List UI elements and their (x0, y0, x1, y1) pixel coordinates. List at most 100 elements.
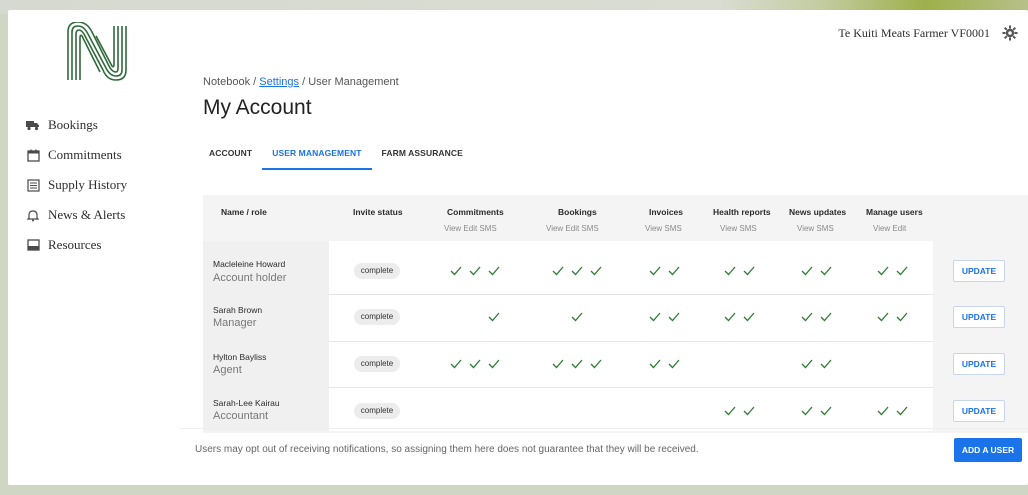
update-button[interactable]: UPDATE (953, 260, 1005, 282)
header-manage-users: Manage users (866, 207, 923, 217)
check-icon (488, 266, 500, 276)
check-icon (571, 266, 583, 276)
user-permissions-table: Name / role Invite status Commitments Bo… (203, 195, 1028, 433)
check-icon (450, 266, 462, 276)
check-icon (649, 312, 661, 322)
header-invoices: Invoices (649, 207, 684, 217)
check-icon (801, 266, 813, 276)
header-invite-status: Invite status (353, 207, 403, 217)
check-icon (801, 359, 813, 369)
header-name-role: Name / role (221, 207, 267, 217)
check-icon (552, 266, 564, 276)
tab-user-management[interactable]: USER MANAGEMENT (262, 140, 372, 170)
tab-farm-assurance[interactable]: FARM ASSURANCE (372, 140, 473, 170)
list-icon (26, 178, 40, 192)
subheader-commitments: View Edit SMS (444, 224, 497, 233)
check-icon (590, 359, 602, 369)
user-role: Manager (213, 317, 257, 329)
update-button[interactable]: UPDATE (953, 400, 1005, 422)
sidebar-item-resources[interactable]: Resources (26, 230, 127, 260)
check-icon (743, 312, 755, 322)
check-icon (896, 406, 908, 416)
sidebar-item-label: Supply History (48, 177, 128, 192)
breadcrumb: Notebook / Settings / User Management (203, 76, 399, 88)
check-icon (724, 266, 736, 276)
user-name: Macleleine Howard (213, 259, 286, 269)
check-icon (649, 359, 661, 369)
check-icon (801, 406, 813, 416)
status-badge: complete (354, 403, 400, 419)
sidebar-item-label: Commitments (48, 147, 122, 162)
header-commitments: Commitments (447, 207, 504, 217)
breadcrumb-separator: / (253, 76, 257, 88)
check-icon (668, 312, 680, 322)
page-title: My Account (203, 96, 312, 119)
header-health-reports: Health reports (713, 207, 771, 217)
sidebar-item-bookings[interactable]: Bookings (26, 110, 127, 140)
check-icon (649, 266, 661, 276)
user-name: Sarah-Lee Kairau (213, 398, 280, 408)
check-icon (488, 359, 500, 369)
sidebar-item-label: News & Alerts (48, 207, 126, 222)
subheader-bookings: View Edit SMS (546, 224, 599, 233)
footer-divider (180, 428, 1028, 429)
status-badge: complete (354, 309, 400, 325)
check-icon (590, 266, 602, 276)
check-icon (668, 359, 680, 369)
check-icon (743, 406, 755, 416)
check-icon (820, 312, 832, 322)
breadcrumb-settings-link[interactable]: Settings (259, 76, 299, 88)
check-icon (668, 266, 680, 276)
row-divider (329, 387, 933, 388)
sidebar-item-label: Resources (48, 237, 102, 252)
subheader-invoices: View SMS (645, 224, 682, 233)
user-name: Sarah Brown (213, 305, 263, 315)
status-badge: complete (354, 263, 400, 279)
subheader-manage: View Edit (873, 224, 907, 233)
sidebar-item-label: Bookings (48, 117, 98, 132)
breadcrumb-current: User Management (308, 76, 399, 88)
check-icon (820, 266, 832, 276)
check-icon (896, 266, 908, 276)
current-user-label[interactable]: Te Kuiti Meats Farmer VF0001 (838, 26, 990, 41)
user-role: Agent (213, 364, 242, 376)
check-icon (896, 312, 908, 322)
breadcrumb-root[interactable]: Notebook (203, 76, 250, 88)
subheader-news: View SMS (797, 224, 834, 233)
sidebar: Bookings Commitments Supply History News… (8, 10, 180, 485)
check-icon (724, 406, 736, 416)
check-icon (801, 312, 813, 322)
calendar-icon (26, 148, 40, 162)
check-icon (469, 359, 481, 369)
brand-logo (67, 22, 127, 81)
sidebar-item-supply-history[interactable]: Supply History (26, 170, 127, 200)
check-icon (877, 266, 889, 276)
user-role: Account holder (213, 272, 287, 284)
check-icon (743, 266, 755, 276)
permissions-cells (329, 241, 933, 431)
sidebar-nav: Bookings Commitments Supply History News… (26, 110, 127, 260)
tab-account[interactable]: ACCOUNT (203, 140, 262, 170)
gear-icon[interactable] (1002, 25, 1018, 41)
check-icon (820, 359, 832, 369)
check-icon (469, 266, 481, 276)
notification-disclaimer: Users may opt out of receiving notificat… (195, 444, 699, 455)
user-name: Hylton Bayliss (213, 352, 267, 362)
header-bookings: Bookings (558, 207, 597, 217)
check-icon (488, 312, 500, 322)
sidebar-item-news-alerts[interactable]: News & Alerts (26, 200, 127, 230)
user-role: Accountant (213, 410, 269, 422)
update-button[interactable]: UPDATE (953, 353, 1005, 375)
check-icon (820, 406, 832, 416)
check-icon (877, 406, 889, 416)
tab-bar: ACCOUNT USER MANAGEMENT FARM ASSURANCE (203, 140, 473, 170)
check-icon (571, 312, 583, 322)
check-icon (724, 312, 736, 322)
check-icon (450, 359, 462, 369)
sidebar-item-commitments[interactable]: Commitments (26, 140, 127, 170)
update-button[interactable]: UPDATE (953, 306, 1005, 328)
app-window: Bookings Commitments Supply History News… (8, 10, 1028, 485)
breadcrumb-separator: / (302, 76, 306, 88)
status-badge: complete (354, 356, 400, 372)
add-user-button[interactable]: ADD A USER (954, 438, 1022, 462)
